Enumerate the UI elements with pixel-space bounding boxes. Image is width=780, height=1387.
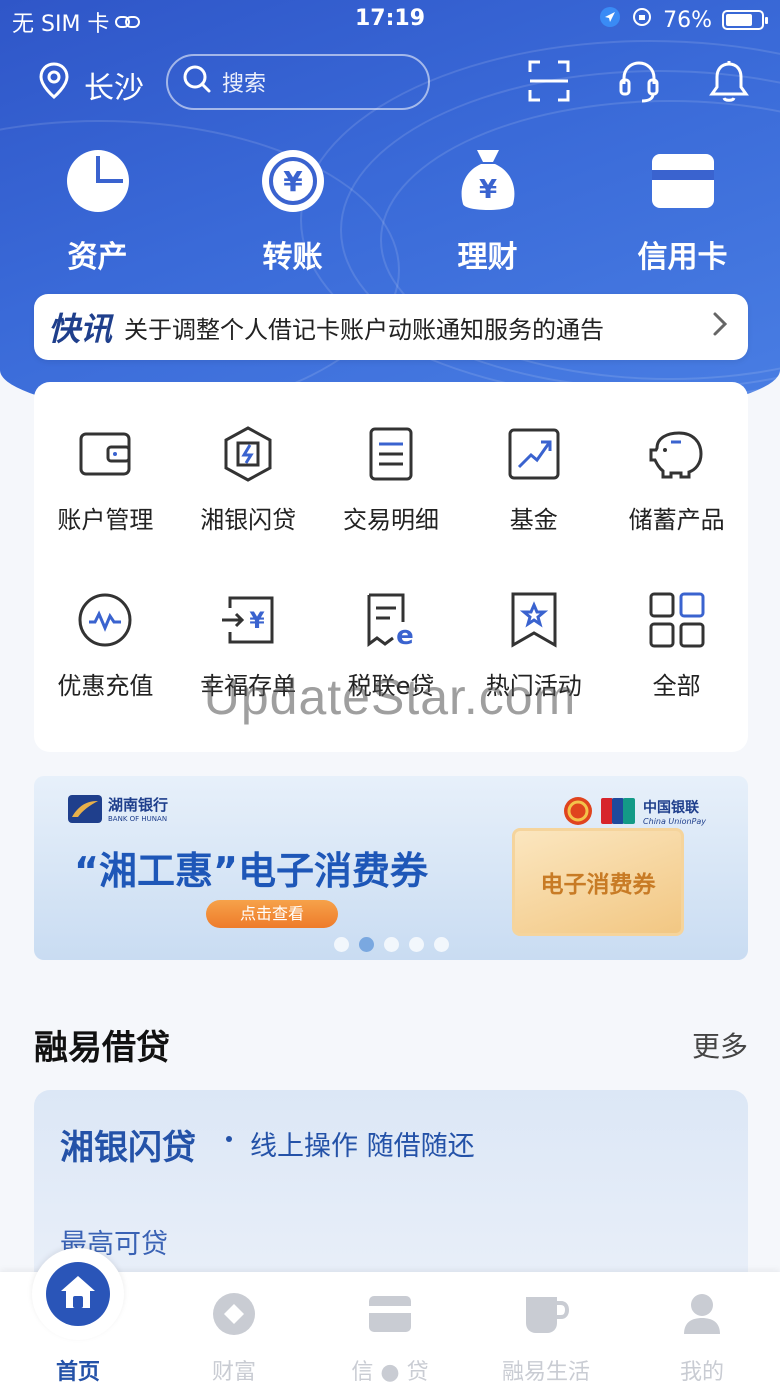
bank-of-hunan-logo-icon xyxy=(68,794,102,823)
carousel-dot[interactable] xyxy=(408,937,424,952)
unionpay-name: 中国银联 xyxy=(643,799,700,816)
money-bag-icon: ¥ xyxy=(455,146,521,220)
carousel-dot[interactable] xyxy=(383,937,399,952)
grid-icon xyxy=(648,591,706,653)
search-input[interactable]: 搜索 xyxy=(166,54,430,110)
svg-text:¥: ¥ xyxy=(283,165,303,198)
deposit-icon: ¥ xyxy=(220,594,276,650)
service-label: 账户管理 xyxy=(57,506,154,534)
news-tag: 快讯 xyxy=(48,310,113,348)
status-bar: 无 SIM 卡 17:19 76% xyxy=(0,0,780,40)
banner-view-button[interactable]: 点击查看 xyxy=(206,900,338,928)
bank-name: 湖南银行 xyxy=(108,796,169,814)
tab-label: 首页 xyxy=(55,1360,100,1385)
loan-slogan: 线上操作 随借随还 xyxy=(250,1131,475,1162)
service-savings[interactable]: 储蓄产品 xyxy=(605,424,748,535)
wealth-icon xyxy=(212,1292,256,1340)
scan-icon[interactable] xyxy=(528,60,570,104)
banner-title: “湘工惠”电子消费券 xyxy=(74,849,428,893)
top-bar: 长沙 搜索 xyxy=(0,52,780,112)
carousel-dot-active[interactable] xyxy=(358,937,374,952)
location-pin-icon xyxy=(38,62,70,108)
more-link[interactable]: 更多 xyxy=(692,1025,748,1065)
tab-mine[interactable]: 我的 xyxy=(624,1272,780,1387)
unionpay-logos: 中国银联 China UnionPay xyxy=(563,796,706,826)
yuan-transfer-icon: ¥ xyxy=(260,148,326,218)
loan-product-name: 湘银闪贷 xyxy=(60,1128,196,1168)
service-label: 湘银闪贷 xyxy=(200,506,297,534)
service-transactions[interactable]: 交易明细 xyxy=(320,424,463,535)
separator-dot xyxy=(226,1136,232,1142)
carousel-dot[interactable] xyxy=(333,937,349,952)
location-arrow-icon xyxy=(599,6,621,34)
trend-up-icon xyxy=(507,427,561,485)
search-placeholder: 搜索 xyxy=(222,72,267,97)
loan-card[interactable]: 湘银闪贷 线上操作 随借随还 最高可贷 xyxy=(34,1090,748,1290)
tab-life[interactable]: 融易生活 xyxy=(468,1272,624,1387)
quick-action-wealth[interactable]: ¥ 理财 xyxy=(390,148,585,276)
service-flash-loan[interactable]: 湘银闪贷 xyxy=(177,424,320,535)
service-fund[interactable]: 基金 xyxy=(462,424,605,535)
cup-icon xyxy=(523,1293,570,1339)
document-list-icon xyxy=(368,426,414,486)
quick-action-label: 资产 xyxy=(67,240,128,275)
pie-chart-icon xyxy=(65,148,131,218)
loan-section-header: 融易借贷 更多 xyxy=(34,1020,748,1069)
tab-label: 我的 xyxy=(679,1360,724,1385)
tab-wealth[interactable]: 财富 xyxy=(156,1272,312,1387)
svg-text:¥: ¥ xyxy=(478,175,496,205)
tax-e-loan-icon: e xyxy=(363,592,419,652)
bank-name-en: BANK OF HUNAN xyxy=(108,815,168,823)
news-text: 关于调整个人借记卡账户动账通知服务的通告 xyxy=(124,315,605,344)
pulse-icon xyxy=(77,592,133,652)
carousel-dot[interactable] xyxy=(433,937,449,952)
service-account-management[interactable]: 账户管理 xyxy=(34,424,177,535)
notification-bell-icon[interactable] xyxy=(708,60,750,104)
news-ticker[interactable]: 快讯 关于调整个人借记卡账户动账通知服务的通告 xyxy=(34,294,748,360)
battery-icon xyxy=(722,10,768,30)
bank-logo: 湖南银行 BANK OF HUNAN xyxy=(68,794,168,823)
location-selector[interactable]: 长沙 xyxy=(38,62,144,108)
customer-service-icon[interactable] xyxy=(618,60,660,104)
svg-text:e: e xyxy=(396,621,414,648)
service-label: 储蓄产品 xyxy=(628,506,725,534)
service-label: 交易明细 xyxy=(342,506,439,534)
star-badge-icon xyxy=(509,591,559,653)
coupon-graphic: 电子消费券 xyxy=(512,828,684,936)
watermark: UpdateStar.com xyxy=(203,669,577,725)
coupon-text: 电子消费券 xyxy=(540,872,656,898)
quick-action-label: 转账 xyxy=(262,240,323,275)
piggy-bank-icon xyxy=(647,428,707,484)
quick-action-label: 理财 xyxy=(457,240,518,275)
quick-actions: 资产 ¥ 转账 ¥ 理财 信用卡 xyxy=(0,148,780,276)
lightning-shield-icon xyxy=(222,425,274,487)
svg-text:¥: ¥ xyxy=(250,609,266,634)
tab-label: 融易生活 xyxy=(501,1360,590,1385)
section-title: 融易借贷 xyxy=(34,1028,170,1068)
union-emblem-icon xyxy=(564,797,593,825)
service-label: 基金 xyxy=(509,506,558,534)
quick-action-assets[interactable]: 资产 xyxy=(0,148,195,276)
user-icon xyxy=(682,1292,722,1340)
home-icon xyxy=(59,1274,97,1314)
chevron-right-icon xyxy=(712,311,728,344)
credit-card-icon xyxy=(650,150,716,216)
quick-action-credit-card[interactable]: 信用卡 xyxy=(585,148,780,276)
carousel-indicator xyxy=(34,937,748,952)
promo-banner[interactable]: 湖南银行 BANK OF HUNAN 中国银联 China UnionPay “… xyxy=(34,776,748,960)
tab-label: 信 ● 贷 xyxy=(351,1360,429,1385)
battery-percent: 76% xyxy=(663,7,712,33)
quick-action-transfer[interactable]: ¥ 转账 xyxy=(195,148,390,276)
unionpay-name-en: China UnionPay xyxy=(643,816,706,826)
search-icon xyxy=(182,64,212,100)
tab-credit-loan[interactable]: 信 ● 贷 xyxy=(312,1272,468,1387)
city-label: 长沙 xyxy=(84,71,144,106)
unionpay-icon xyxy=(601,798,636,824)
quick-action-label: 信用卡 xyxy=(637,240,728,275)
tab-label: 财富 xyxy=(211,1360,256,1385)
home-tab-bubble[interactable] xyxy=(32,1248,124,1340)
rotation-lock-icon xyxy=(631,6,653,34)
card-icon xyxy=(368,1295,412,1337)
wallet-icon xyxy=(78,429,132,483)
